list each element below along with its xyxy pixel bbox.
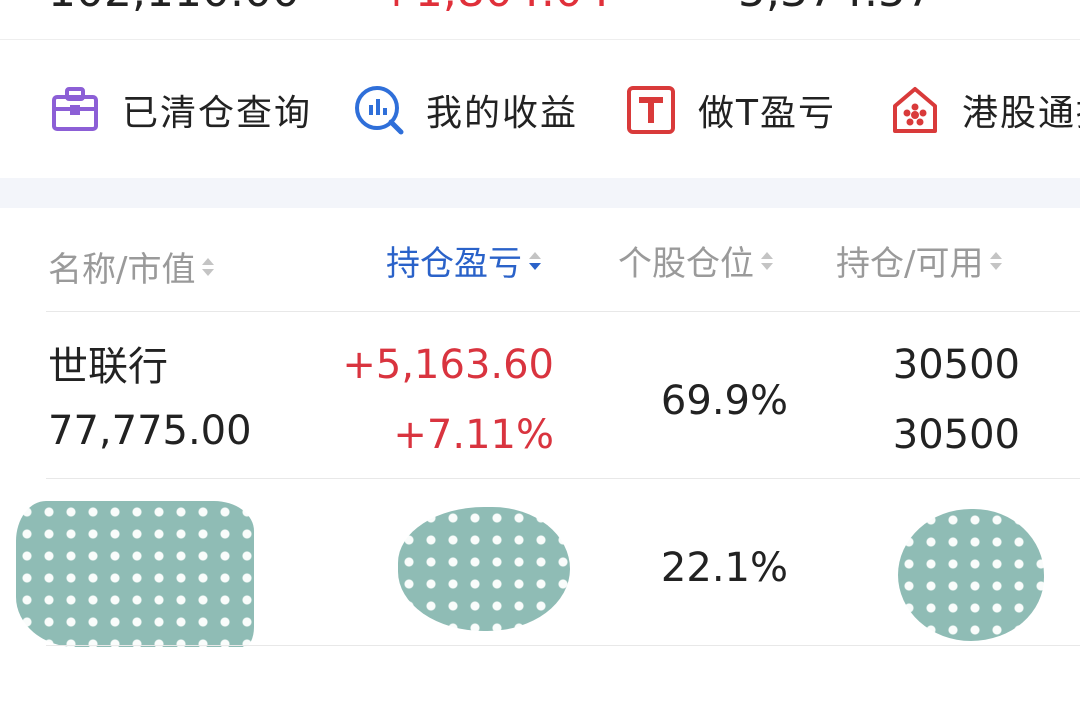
privacy-mask: [898, 509, 1044, 641]
position-percent: 22.1%: [660, 545, 788, 591]
divider: [0, 39, 1080, 40]
sort-by-holding-pnl[interactable]: 持仓盈亏: [386, 236, 542, 285]
earnings-chart-icon: [352, 83, 406, 137]
divider: [46, 645, 1080, 646]
hk-connect-icon: [888, 83, 942, 137]
holding-pnl-amount: +5,163.60: [342, 342, 554, 388]
available-quantity: 30500: [892, 412, 1020, 458]
summary-value-2: +1,804.04: [378, 0, 611, 14]
sort-icon: [989, 250, 1003, 272]
t-trade-icon: [624, 83, 678, 137]
holding-pnl-percent: +7.11%: [393, 412, 554, 458]
quick-entry-row: 已清仓查询 我的收益 做T盈亏 港股通: [0, 70, 1080, 150]
account-summary: 102,110.00 +1,804.04 5,374.57: [0, 0, 1080, 14]
header-position-ratio: 个股仓位: [618, 244, 754, 284]
privacy-mask: [16, 501, 254, 647]
cleared-positions-label: 已清仓查询: [122, 93, 313, 134]
cleared-positions-button[interactable]: 已清仓查询: [48, 70, 312, 150]
summary-value-3: 5,374.57: [738, 0, 934, 14]
sort-by-position-ratio[interactable]: 个股仓位: [618, 236, 774, 285]
section-separator: [0, 178, 1080, 208]
positions-page: 102,110.00 +1,804.04 5,374.57 已清仓查询: [0, 0, 1080, 707]
stock-name: 世联行: [48, 344, 168, 390]
my-earnings-label: 我的收益: [426, 93, 579, 134]
header-holding-available: 持仓/可用: [836, 244, 984, 284]
sort-icon: [201, 256, 215, 278]
privacy-mask: [398, 507, 570, 631]
t-trade-pnl-label: 做T盈亏: [698, 93, 836, 134]
header-name-value: 名称/市值: [48, 250, 196, 290]
market-value: 77,775.00: [48, 408, 252, 454]
sort-icon: [760, 250, 774, 272]
hk-connect-button[interactable]: 港股通持: [888, 70, 1080, 150]
table-row[interactable]: 世联行 77,775.00 +5,163.60 +7.11% 69.9% 305…: [0, 312, 1080, 478]
header-holding-pnl: 持仓盈亏: [386, 244, 522, 284]
sort-by-name-value[interactable]: 名称/市值: [48, 242, 215, 291]
summary-value-1: 102,110.00: [48, 0, 300, 14]
my-earnings-button[interactable]: 我的收益: [352, 70, 578, 150]
table-header: 名称/市值 持仓盈亏 个股仓位 持仓/可用: [0, 208, 1080, 312]
t-trade-pnl-button[interactable]: 做T盈亏: [624, 70, 836, 150]
position-percent: 69.9%: [660, 378, 788, 424]
holding-quantity: 30500: [892, 342, 1020, 388]
cleared-briefcase-icon: [48, 83, 102, 137]
sort-by-holding-available[interactable]: 持仓/可用: [836, 236, 1003, 285]
hk-connect-label: 港股通持: [962, 93, 1080, 134]
sort-desc-icon: [528, 250, 542, 272]
table-row[interactable]: 22.1%: [0, 479, 1080, 647]
